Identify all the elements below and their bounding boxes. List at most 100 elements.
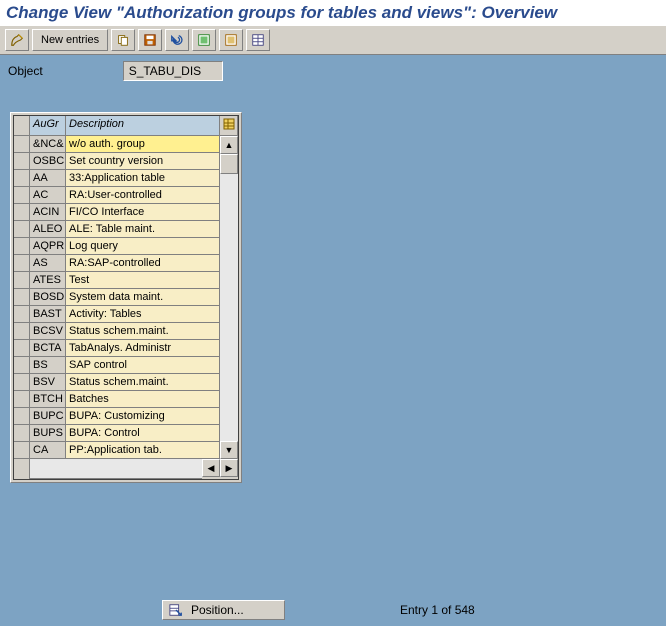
table-row[interactable]: &NC&w/o auth. group (14, 136, 220, 153)
cell-augr[interactable]: ACIN (30, 204, 66, 221)
cell-description[interactable]: RA:SAP-controlled (66, 255, 220, 272)
cell-description[interactable]: Status schem.maint. (66, 323, 220, 340)
row-selector[interactable] (14, 153, 30, 170)
select-all-button[interactable] (192, 29, 216, 51)
vertical-scrollbar[interactable]: ▲ ▼ (220, 136, 238, 459)
deselect-all-button[interactable] (219, 29, 243, 51)
cell-description[interactable]: BUPA: Customizing (66, 408, 220, 425)
cell-augr[interactable]: ALEO (30, 221, 66, 238)
table-row[interactable]: BOSDSystem data maint. (14, 289, 220, 306)
cell-augr[interactable]: BUPC (30, 408, 66, 425)
scroll-down-button[interactable]: ▼ (220, 441, 238, 459)
position-button[interactable]: Position... (162, 600, 285, 620)
cell-description[interactable]: Log query (66, 238, 220, 255)
table-row[interactable]: BSVStatus schem.maint. (14, 374, 220, 391)
table-row[interactable]: AQPRLog query (14, 238, 220, 255)
cell-description[interactable]: BUPA: Control (66, 425, 220, 442)
cell-description[interactable]: Status schem.maint. (66, 374, 220, 391)
cell-augr[interactable]: OSBC (30, 153, 66, 170)
table-row[interactable]: ACINFI/CO Interface (14, 204, 220, 221)
cell-description[interactable]: w/o auth. group (66, 136, 220, 153)
cell-description[interactable]: FI/CO Interface (66, 204, 220, 221)
cell-description[interactable]: ALE: Table maint. (66, 221, 220, 238)
copy-button[interactable] (111, 29, 135, 51)
cell-augr[interactable]: AQPR (30, 238, 66, 255)
undo-button[interactable] (165, 29, 189, 51)
cell-augr[interactable]: AS (30, 255, 66, 272)
cell-augr[interactable]: BUPS (30, 425, 66, 442)
header-select[interactable] (14, 116, 30, 136)
cell-description[interactable]: RA:User-controlled (66, 187, 220, 204)
table-header: AuGr Description (14, 116, 238, 136)
cell-augr[interactable]: BAST (30, 306, 66, 323)
scroll-track[interactable] (220, 154, 238, 441)
table-row[interactable]: OSBCSet country version (14, 153, 220, 170)
cell-description[interactable]: TabAnalys. Administr (66, 340, 220, 357)
cell-description[interactable]: PP:Application tab. (66, 442, 220, 459)
row-selector[interactable] (14, 170, 30, 187)
cell-augr[interactable]: AC (30, 187, 66, 204)
row-selector[interactable] (14, 374, 30, 391)
cell-description[interactable]: Batches (66, 391, 220, 408)
row-selector[interactable] (14, 408, 30, 425)
page-title: Change View "Authorization groups for ta… (0, 0, 666, 25)
table-row[interactable]: BCSVStatus schem.maint. (14, 323, 220, 340)
row-selector[interactable] (14, 357, 30, 374)
edit-expand-button[interactable] (5, 29, 29, 51)
cell-description[interactable]: System data maint. (66, 289, 220, 306)
header-description[interactable]: Description (66, 116, 220, 136)
table-config-icon[interactable] (220, 116, 238, 136)
cell-description[interactable]: Activity: Tables (66, 306, 220, 323)
cell-description[interactable]: Test (66, 272, 220, 289)
header-augr[interactable]: AuGr (30, 116, 66, 136)
config-table-button[interactable] (246, 29, 270, 51)
cell-augr[interactable]: BS (30, 357, 66, 374)
table-row[interactable]: ACRA:User-controlled (14, 187, 220, 204)
cell-augr[interactable]: BCTA (30, 340, 66, 357)
cell-description[interactable]: 33:Application table (66, 170, 220, 187)
cell-description[interactable]: Set country version (66, 153, 220, 170)
save-button[interactable] (138, 29, 162, 51)
table-row[interactable]: ALEOALE: Table maint. (14, 221, 220, 238)
table-row[interactable]: BTCHBatches (14, 391, 220, 408)
table-row[interactable]: BSSAP control (14, 357, 220, 374)
cell-augr[interactable]: BCSV (30, 323, 66, 340)
row-selector[interactable] (14, 391, 30, 408)
row-selector[interactable] (14, 238, 30, 255)
row-selector[interactable] (14, 306, 30, 323)
cell-augr[interactable]: BTCH (30, 391, 66, 408)
row-selector[interactable] (14, 204, 30, 221)
cell-augr[interactable]: CA (30, 442, 66, 459)
cell-augr[interactable]: AA (30, 170, 66, 187)
scroll-left-button[interactable]: ◀ (202, 459, 220, 477)
cell-augr[interactable]: BOSD (30, 289, 66, 306)
table-row[interactable]: ASRA:SAP-controlled (14, 255, 220, 272)
scroll-thumb[interactable] (220, 154, 238, 174)
cell-augr[interactable]: &NC& (30, 136, 66, 153)
table-row[interactable]: CAPP:Application tab. (14, 442, 220, 459)
cell-augr[interactable]: ATES (30, 272, 66, 289)
row-selector[interactable] (14, 289, 30, 306)
row-selector[interactable] (14, 187, 30, 204)
new-entries-button[interactable]: New entries (32, 29, 108, 51)
row-selector[interactable] (14, 442, 30, 459)
cell-augr[interactable]: BSV (30, 374, 66, 391)
row-selector[interactable] (14, 221, 30, 238)
scroll-right-button[interactable]: ▶ (220, 459, 238, 477)
row-selector[interactable] (14, 255, 30, 272)
hscroll-track[interactable] (30, 459, 202, 479)
cell-description[interactable]: SAP control (66, 357, 220, 374)
table-row[interactable]: BUPCBUPA: Customizing (14, 408, 220, 425)
table-row[interactable]: ATESTest (14, 272, 220, 289)
row-selector[interactable] (14, 340, 30, 357)
table-row[interactable]: BASTActivity: Tables (14, 306, 220, 323)
object-field[interactable]: S_TABU_DIS (123, 61, 223, 81)
table-row[interactable]: BCTATabAnalys. Administr (14, 340, 220, 357)
row-selector[interactable] (14, 272, 30, 289)
row-selector[interactable] (14, 323, 30, 340)
row-selector[interactable] (14, 136, 30, 153)
row-selector[interactable] (14, 425, 30, 442)
table-row[interactable]: AA33:Application table (14, 170, 220, 187)
table-row[interactable]: BUPSBUPA: Control (14, 425, 220, 442)
scroll-up-button[interactable]: ▲ (220, 136, 238, 154)
